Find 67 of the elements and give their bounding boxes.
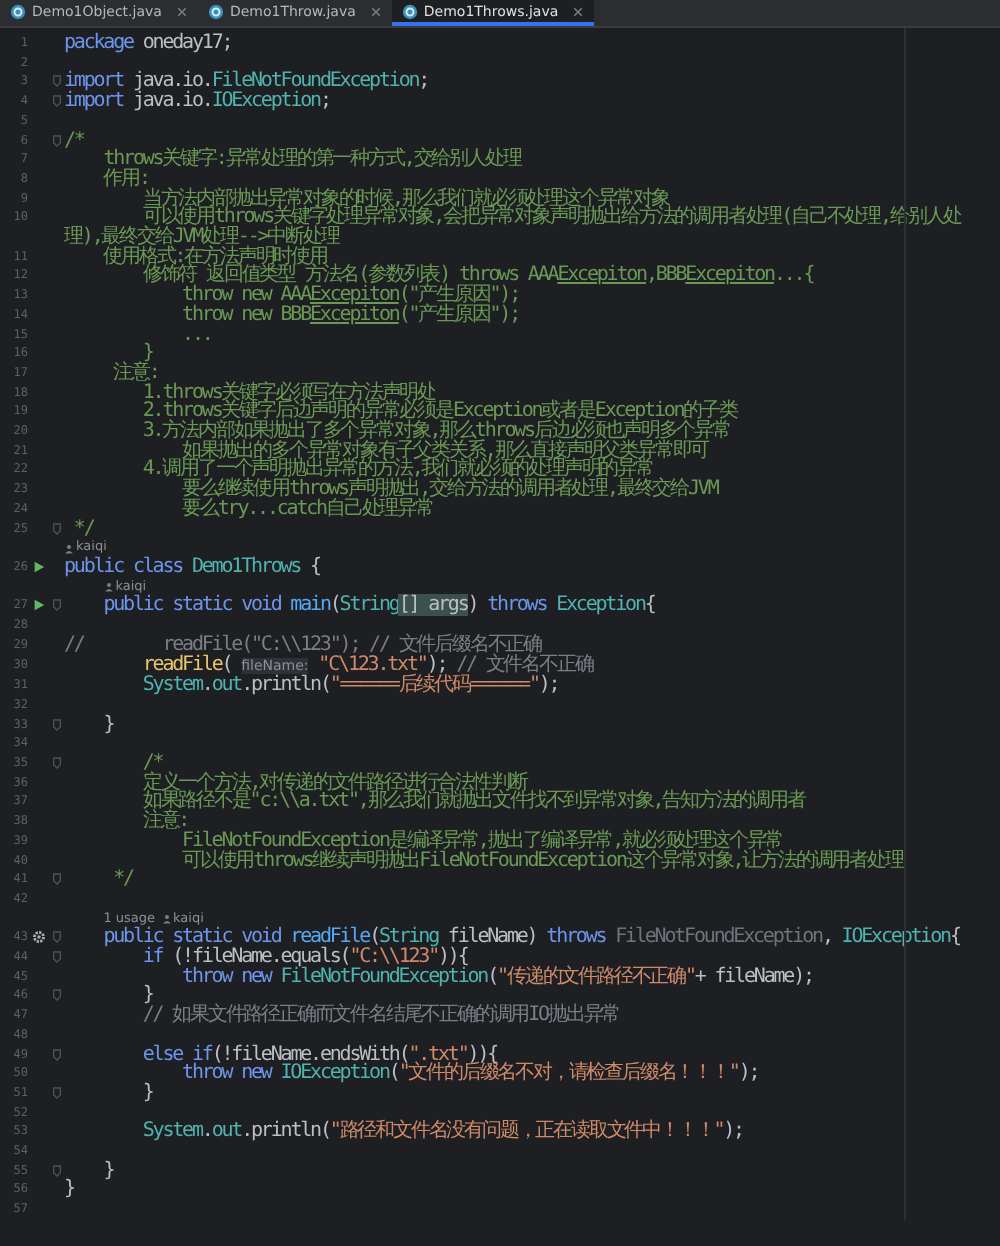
fold-marker-icon[interactable] [51, 521, 61, 536]
code-line: throw new BBBExcepiton("产生原因"); [180, 305, 522, 326]
code-line: package oneday17; [64, 34, 234, 54]
code-line: /* [140, 754, 163, 774]
fold-marker-icon[interactable] [51, 950, 61, 965]
run-icon[interactable] [31, 559, 45, 574]
close-icon[interactable] [572, 5, 585, 17]
person-icon [64, 543, 74, 554]
close-icon[interactable] [175, 5, 188, 17]
code-line: if (!fileName.equals("C:\\123")){ [142, 948, 468, 968]
code-line: throws关键字:异常处理的第一种方式,交给别人处理 [101, 150, 524, 170]
gear-icon[interactable] [31, 930, 45, 945]
code-line: 当方法内部抛出异常对象的时候,那么我们就必须处理这个异常对象 [140, 189, 670, 209]
code-line: */ [111, 870, 136, 890]
code-line: 要么try...catch自己处理异常 [180, 499, 435, 520]
class-file-icon [207, 3, 224, 19]
code-line: /* [64, 131, 86, 151]
code-line: } [101, 1161, 116, 1181]
code-line: 注意: [111, 363, 159, 384]
code-line: ... [180, 325, 214, 345]
code-line: throw new AAAExcepiton("产生原因"); [180, 286, 522, 306]
fold-marker-icon[interactable] [51, 94, 61, 109]
fold-marker-icon[interactable] [51, 988, 61, 1003]
code-line: import java.io.IOException; [64, 92, 330, 112]
code-line: throw new IOException("文件的后缀名不对，请检查后缀名！！！"); [180, 1064, 761, 1084]
code-line: } [64, 1180, 76, 1201]
class-file-icon [401, 3, 418, 19]
class-file-icon [10, 3, 26, 19]
code-line: System.out.println("路径和文件名没有问题，正在读取文件中！！！"); [140, 1122, 745, 1143]
code-line: */ [71, 519, 96, 539]
code-line: throw new FileNotFoundException("传递的文件路径不正确"+ fileName); [182, 967, 815, 987]
code-line: 注意: [140, 812, 189, 832]
code-line: 使用格式:在方法声明时使用 [101, 247, 327, 267]
code-line: System.out.println("======后续代码======"); [140, 676, 561, 696]
fold-marker-icon[interactable] [51, 1163, 61, 1178]
fold-marker-icon[interactable] [51, 133, 61, 148]
code-line: 要么继续使用throws声明抛出,交给方法的调用者处理,最终交给JVM [180, 480, 721, 500]
code-line: 定义一个方法,对传递的文件路径进行合法性判断 [140, 773, 528, 793]
code-line: public static void main(String[] args) throws Exception{ [101, 596, 657, 617]
fold-marker-icon[interactable] [51, 872, 61, 887]
fold-marker-icon[interactable] [51, 74, 61, 89]
code-line: public class Demo1Throws { [64, 557, 322, 578]
fold-marker-icon[interactable] [51, 756, 61, 771]
fold-marker-icon[interactable] [51, 930, 61, 945]
code-line: // readFile("C:\\123"); // 文件后缀名不正确 [64, 635, 542, 655]
code-line: // 如果文件路径正确而文件名结尾不正确的调用IO抛出异常 [140, 1006, 622, 1026]
fold-marker-icon[interactable] [51, 717, 61, 732]
fold-marker-icon[interactable] [51, 598, 61, 613]
code-line: 可以使用throws继续声明抛出FileNotFoundException这个异常对象,让方法的调用者处理 [180, 851, 906, 871]
code-line: 如果抛出的多个异常对象有子父类关系,那么直接声明父类异常即可 [182, 441, 712, 461]
code-line: } [140, 1083, 155, 1104]
code-line: 作用: [101, 169, 149, 190]
fold-marker-icon[interactable] [51, 1047, 61, 1062]
fold-marker-icon[interactable] [51, 1085, 61, 1100]
code-line: } [140, 986, 153, 1007]
code-line: 1.throws关键字必须写在方法声明处 [140, 383, 436, 403]
person-icon [161, 913, 172, 924]
code-line: public static void readFile(String fileName) throws FileNotFoundException, IOException{ [101, 928, 962, 949]
close-icon[interactable] [369, 5, 382, 17]
code-line: import java.io.FileNotFoundException; [64, 72, 431, 93]
code-line: } [101, 715, 116, 735]
run-icon[interactable] [31, 598, 45, 613]
code-line: } [142, 344, 155, 364]
code-line: 3.方法内部如果抛出了多个异常对象,那么throws后边必须也声明多个异常 [140, 422, 732, 442]
code-line: else if(!fileName.endsWith(".txt")){ [140, 1045, 498, 1065]
person-icon [103, 582, 114, 593]
code-line: FileNotFoundException是编译异常,抛出了编译异常,就必须处理这个异常 [180, 831, 783, 852]
